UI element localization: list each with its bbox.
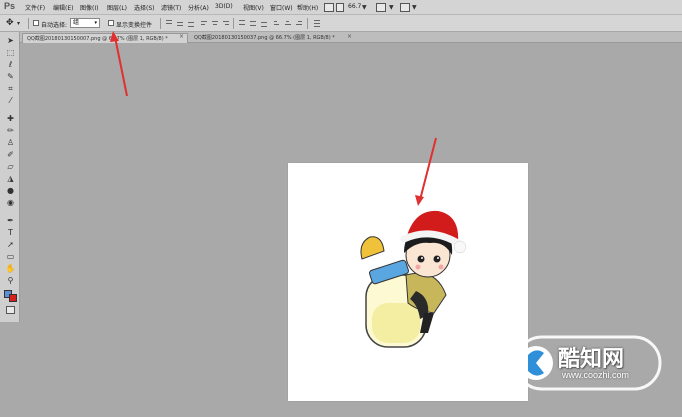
quick-mask-icon[interactable] xyxy=(6,306,15,314)
menu-bar: Ps 文件(F) 编辑(E) 图像(I) 图层(L) 选择(S) 滤镜(T) 分… xyxy=(0,0,682,15)
align-top-icon[interactable] xyxy=(165,19,173,27)
move-tool-icon[interactable]: ✥ xyxy=(6,18,14,28)
close-icon[interactable]: × xyxy=(347,33,352,40)
menu-image[interactable]: 图像(I) xyxy=(80,3,98,12)
bottle-milk xyxy=(372,303,420,343)
tab-document-2[interactable]: QQ截图20180130150037.png @ 66.7% (图层 1, RG… xyxy=(190,33,356,43)
auto-select-dropdown[interactable]: 组 ▾ xyxy=(70,18,100,28)
tool-preset-dropdown-icon[interactable]: ▾ xyxy=(17,20,20,27)
distribute-bottom-icon[interactable] xyxy=(260,19,268,27)
auto-select-checkbox[interactable] xyxy=(33,20,39,26)
close-icon[interactable]: × xyxy=(179,33,184,40)
document-canvas[interactable] xyxy=(288,163,528,401)
distribute-right-icon[interactable] xyxy=(295,19,303,27)
right-blush xyxy=(438,264,444,270)
watermark-title: 酷知网 xyxy=(558,347,625,372)
zoom-level[interactable]: 66.7 xyxy=(348,3,361,10)
arrow-to-tab xyxy=(114,36,128,97)
auto-select-value: 组 xyxy=(73,19,80,26)
brush-tool-icon[interactable]: ✏ xyxy=(5,126,16,136)
options-separator xyxy=(307,18,308,29)
healing-brush-tool-icon[interactable]: ✚ xyxy=(5,114,16,124)
distribute-vertical-center-icon[interactable] xyxy=(249,19,257,27)
tab-document-1[interactable]: QQ截图20180130150007.png @ 66.7% (图层 1, RG… xyxy=(22,33,188,43)
zoom-dropdown-icon[interactable]: ▼ xyxy=(362,4,367,11)
pen-tool-icon[interactable]: ✒ xyxy=(5,216,16,226)
align-vertical-center-icon[interactable] xyxy=(176,19,184,27)
align-left-icon[interactable] xyxy=(200,19,208,27)
auto-select-label: 自动选择: xyxy=(41,22,68,29)
tab-label: QQ截图20180130150007.png @ 66.7% (图层 1, RG… xyxy=(27,36,168,42)
menu-3d[interactable]: 3D(D) xyxy=(215,3,233,10)
move-tool-icon[interactable]: ➤ xyxy=(5,36,16,46)
background-color-swatch[interactable] xyxy=(9,294,17,302)
tab-label: QQ截图20180130150037.png @ 66.7% (图层 1, RG… xyxy=(194,35,335,41)
tools-panel: ➤ ⬚ ℓ ✎ ⌗ ⁄ ✚ ✏ ♙ ✐ ▱ ◮ ● ◉ ✒ T ➚ ▭ ✋ ⚲ xyxy=(0,32,20,322)
align-bottom-icon[interactable] xyxy=(187,19,195,27)
menu-filter[interactable]: 滤镜(T) xyxy=(161,3,181,12)
bridge-icon[interactable] xyxy=(324,3,334,12)
menu-select[interactable]: 选择(S) xyxy=(134,3,155,12)
clone-stamp-tool-icon[interactable]: ♙ xyxy=(5,138,16,148)
hand-tool-icon[interactable]: ✋ xyxy=(5,264,16,274)
left-eye-shine xyxy=(421,257,423,259)
options-separator xyxy=(160,18,161,29)
santa-hat-pompom xyxy=(453,240,467,254)
chevron-down-icon: ▾ xyxy=(94,20,97,26)
menu-window[interactable]: 窗口(W) xyxy=(270,3,293,12)
photoshop-logo: Ps xyxy=(4,1,16,11)
options-bar: ✥ ▾ 自动选择: 组 ▾ 显示变换控件 xyxy=(0,15,682,32)
distribute-top-icon[interactable] xyxy=(238,19,246,27)
menu-edit[interactable]: 编辑(E) xyxy=(53,3,73,12)
marquee-tool-icon[interactable]: ⬚ xyxy=(5,48,16,58)
menu-analysis[interactable]: 分析(A) xyxy=(188,3,209,12)
distribute-left-icon[interactable] xyxy=(273,19,281,27)
paint-bucket-tool-icon[interactable]: ◮ xyxy=(5,174,16,184)
eraser-tool-icon[interactable]: ▱ xyxy=(5,162,16,172)
left-blush xyxy=(415,264,421,270)
right-eye-shine xyxy=(437,257,439,259)
menu-layer[interactable]: 图层(L) xyxy=(107,3,127,12)
menu-view[interactable]: 视图(V) xyxy=(243,3,264,12)
options-separator xyxy=(28,18,29,29)
type-tool-icon[interactable]: T xyxy=(5,228,16,238)
shape-tool-icon[interactable]: ▭ xyxy=(5,252,16,262)
bottle-nipple xyxy=(360,236,385,260)
distribute-horizontal-center-icon[interactable] xyxy=(284,19,292,27)
document-tabs: QQ截图20180130150007.png @ 66.7% (图层 1, RG… xyxy=(20,32,682,43)
options-separator xyxy=(233,18,234,29)
zoom-tool-icon[interactable]: ⚲ xyxy=(5,276,16,286)
auto-align-layers-icon[interactable] xyxy=(313,19,321,27)
screen-mode-dropdown-icon[interactable]: ▼ xyxy=(412,4,417,11)
right-eye xyxy=(433,255,441,263)
chibi-santa-baby-bottle-image xyxy=(360,210,467,348)
lasso-tool-icon[interactable]: ℓ xyxy=(5,60,16,70)
mini-bridge-icon[interactable] xyxy=(336,3,344,12)
arrange-documents-icon[interactable] xyxy=(376,3,386,12)
align-right-icon[interactable] xyxy=(222,19,230,27)
path-select-tool-icon[interactable]: ➚ xyxy=(5,240,16,250)
show-transform-label: 显示变换控件 xyxy=(116,22,153,29)
quick-select-tool-icon[interactable]: ✎ xyxy=(5,72,16,82)
watermark-url: www.coozhi.com xyxy=(562,370,630,380)
menu-file[interactable]: 文件(F) xyxy=(25,3,45,12)
arrange-dropdown-icon[interactable]: ▼ xyxy=(389,4,394,11)
align-horizontal-center-icon[interactable] xyxy=(211,19,219,27)
show-transform-checkbox[interactable] xyxy=(108,20,114,26)
dodge-tool-icon[interactable]: ◉ xyxy=(5,198,16,208)
eyedropper-tool-icon[interactable]: ⁄ xyxy=(5,96,16,106)
screen-mode-icon[interactable] xyxy=(400,3,410,12)
left-eye xyxy=(417,255,425,263)
blur-tool-icon[interactable]: ● xyxy=(5,186,16,196)
history-brush-tool-icon[interactable]: ✐ xyxy=(5,150,16,160)
menu-help[interactable]: 帮助(H) xyxy=(297,3,318,12)
crop-tool-icon[interactable]: ⌗ xyxy=(5,84,16,94)
